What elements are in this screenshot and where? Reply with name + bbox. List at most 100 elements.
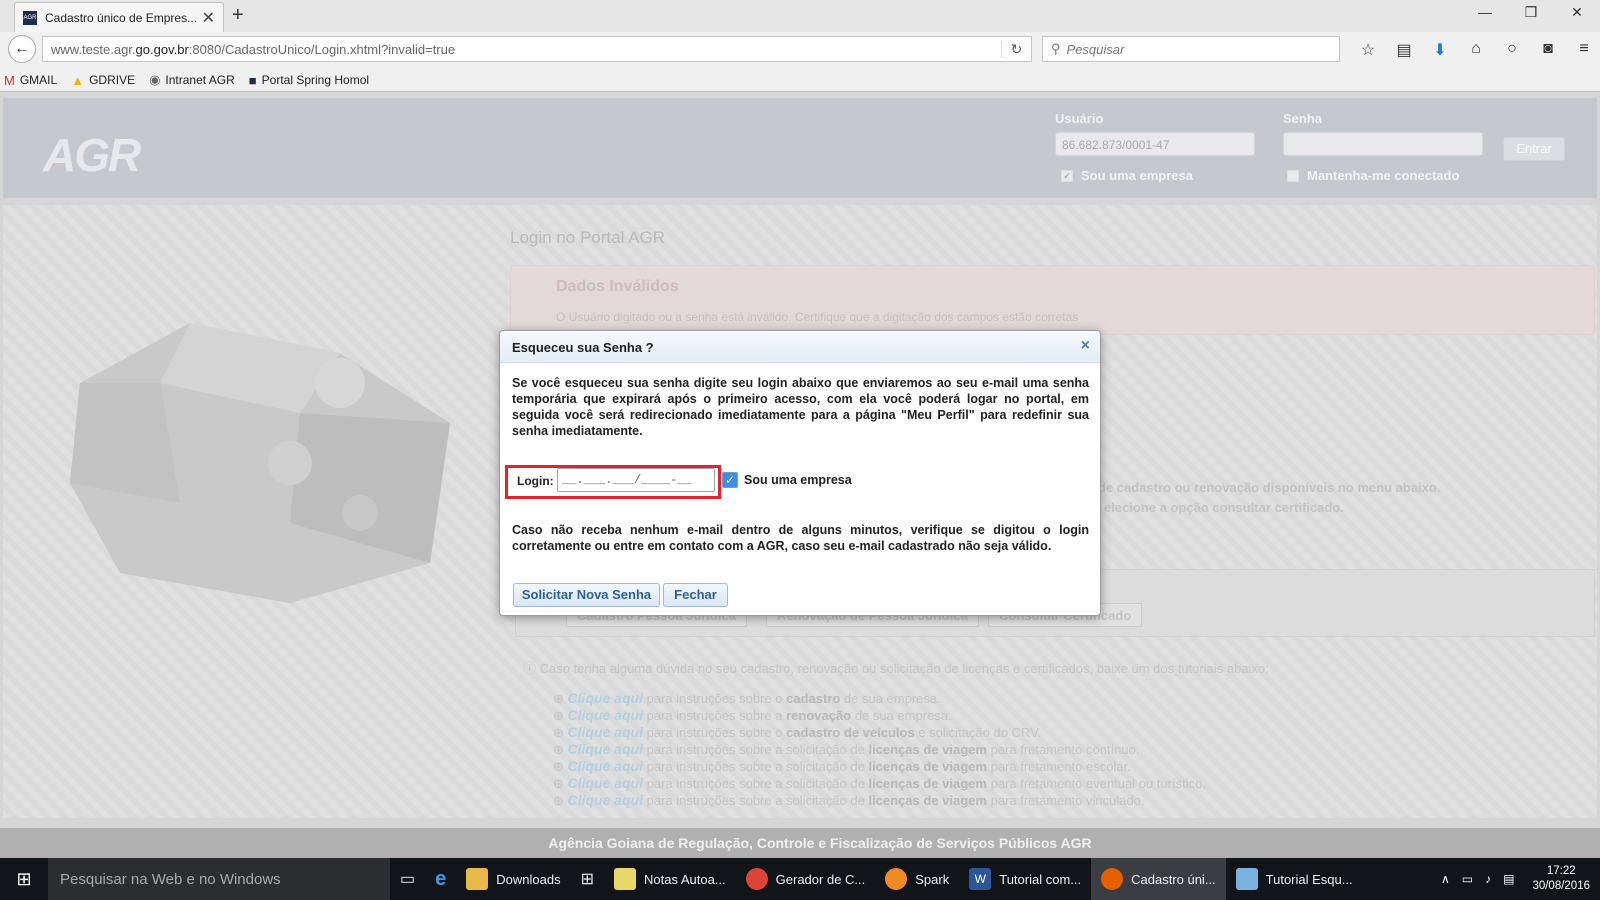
minimize-icon[interactable]: —: [1462, 4, 1508, 21]
tutorial-link[interactable]: Clique aqui: [568, 741, 643, 757]
bookmark-gdrive[interactable]: ▲ GDRIVE: [71, 73, 135, 88]
chat-icon[interactable]: ○: [1494, 40, 1530, 60]
store-icon[interactable]: ⊞: [571, 858, 604, 900]
reload-icon[interactable]: ↻: [1001, 40, 1031, 58]
network-icon[interactable]: ▭: [1462, 872, 1473, 886]
bookmark-gmail[interactable]: M GMAIL: [4, 73, 57, 88]
windows-taskbar: ⊞ Pesquisar na Web e no Windows ▭ e Down…: [0, 858, 1600, 900]
usuario-input[interactable]: 86.682.873/0001-47: [1055, 132, 1255, 156]
gmail-icon: M: [4, 72, 15, 88]
tab-title: Cadastro único de Empres...: [45, 10, 198, 25]
tutorial-link[interactable]: Clique aqui: [568, 707, 643, 723]
checkbox-icon: [1287, 169, 1299, 182]
dialog-note: Caso não receba nenhum e-mail dentro de …: [512, 523, 1089, 553]
checkbox-icon: ✓: [1061, 169, 1073, 182]
site-header: AGR Usuário 86.682.873/0001-47 Senha Ent…: [3, 98, 1597, 198]
notifications-icon[interactable]: ▤: [1503, 872, 1514, 886]
clock-date: 30/08/2016: [1532, 880, 1590, 892]
nav-bar: ← i www.teste.agr.go.gov.br:8080/Cadastr…: [0, 32, 1600, 616]
tutorial-item: ⊕ Clique aqui para instruções sobre a so…: [553, 792, 1145, 808]
page-title: Login no Portal AGR: [510, 228, 665, 247]
agr-favicon-icon: ■: [248, 72, 257, 88]
bg-text-2: elecione a opção consultar certificado.: [1104, 500, 1344, 515]
cube-illustration: [70, 323, 450, 603]
paint-icon: [1235, 868, 1258, 890]
taskbar-app-downloads[interactable]: Downloads: [456, 858, 570, 900]
reading-list-icon[interactable]: ▤: [1386, 40, 1422, 60]
sticky-notes-icon: [613, 868, 636, 890]
taskbar-app-paint[interactable]: Tutorial Esqu...: [1226, 858, 1363, 900]
dialog-empresa-label: Sou uma empresa: [744, 473, 852, 487]
tab-strip: AGR Cadastro único de Empres... ✕ + — ❐ …: [0, 0, 1600, 32]
close-tab-icon[interactable]: ✕: [202, 8, 215, 28]
fechar-button[interactable]: Fechar: [663, 583, 728, 607]
system-tray: ∧ ▭ ♪ ▤ 17:22 30/08/2016: [1435, 858, 1590, 900]
bg-text-1: de cadastro ou renovação disponíveis no …: [1098, 480, 1441, 495]
tutorial-link[interactable]: Clique aqui: [568, 690, 643, 706]
login-label: Login:: [517, 474, 554, 488]
error-box: Dados Inválidos O Usuário digitado ou a …: [510, 265, 1595, 335]
taskbar-app-firefox[interactable]: Cadastro úni...: [1091, 858, 1226, 900]
toolbar-icons: ☆ ▤ ⬇ ⌂ ○ ◙ ≡: [1350, 40, 1600, 60]
entrar-button[interactable]: Entrar: [1503, 137, 1565, 161]
tutorial-link[interactable]: Clique aqui: [568, 792, 643, 808]
bookmark-portal-spring[interactable]: ■ Portal Spring Homol: [249, 73, 369, 88]
tutorial-item: ⊕ Clique aqui para instruções sobre a so…: [553, 758, 1131, 774]
pocket-icon[interactable]: ◙: [1530, 40, 1566, 60]
url-prefix: www.teste.agr.: [51, 41, 136, 57]
taskbar-app-notas[interactable]: Notas Autoa...: [604, 858, 736, 900]
senha-label: Senha: [1283, 111, 1323, 126]
usuario-label: Usuário: [1055, 111, 1104, 126]
info-text: ⓘ Caso tenha alguma dúvida no seu cadast…: [523, 661, 1269, 676]
tutorial-item: ⊕ Clique aqui para instruções sobre a so…: [553, 775, 1206, 791]
bookmark-intranet[interactable]: ◉ Intranet AGR: [149, 72, 235, 88]
solicitar-nova-senha-button[interactable]: Solicitar Nova Senha: [513, 583, 660, 607]
page-content: AGR Usuário 86.682.873/0001-47 Senha Ent…: [0, 93, 1600, 858]
taskbar-app-spark[interactable]: Spark: [875, 858, 959, 900]
back-arrow-icon[interactable]: ←: [8, 35, 36, 63]
new-tab-icon[interactable]: +: [232, 4, 244, 27]
taskbar-app-word[interactable]: W Tutorial com...: [959, 858, 1091, 900]
tutorial-item: ⊕ Clique aqui para instruções sobre o ca…: [553, 724, 1042, 740]
url-bar[interactable]: i www.teste.agr.go.gov.br:8080/CadastroU…: [42, 36, 1032, 616]
word-icon: W: [969, 868, 992, 890]
taskbar-app-gerador[interactable]: Gerador de C...: [736, 858, 876, 900]
mantenha-checkbox[interactable]: Mantenha-me conectado: [1287, 168, 1459, 183]
search-icon: ⚲: [1051, 41, 1061, 56]
browser-chrome: AGR Cadastro único de Empres... ✕ + — ❐ …: [0, 0, 1600, 616]
error-message: O Usuário digitado ou a senha está invál…: [556, 310, 1079, 324]
dialog-header: Esqueceu sua Senha ? ×: [500, 331, 1100, 363]
senha-input[interactable]: [1283, 132, 1483, 156]
home-icon[interactable]: ⌂: [1458, 40, 1494, 60]
login-input[interactable]: __.___.___/____-__: [557, 468, 715, 492]
globe-icon: ◉: [149, 72, 161, 87]
task-view-icon[interactable]: ▭: [390, 858, 425, 900]
close-window-icon[interactable]: ✕: [1554, 4, 1600, 21]
windows-start-icon[interactable]: ⊞: [0, 858, 48, 900]
volume-icon[interactable]: ♪: [1485, 872, 1491, 886]
clock[interactable]: 17:22 30/08/2016: [1532, 864, 1590, 894]
menu-icon[interactable]: ≡: [1566, 40, 1600, 60]
tutorial-item: ⊕ Clique aqui para instruções sobre o ca…: [553, 690, 941, 706]
tutorial-link[interactable]: Clique aqui: [568, 724, 643, 740]
bookmark-star-icon[interactable]: ☆: [1350, 40, 1386, 60]
forgot-password-dialog: Esqueceu sua Senha ? × Se você esqueceu …: [499, 330, 1101, 616]
tray-chevron-icon[interactable]: ∧: [1441, 872, 1450, 886]
taskbar-search-input[interactable]: Pesquisar na Web e no Windows: [48, 858, 390, 900]
tutorial-link[interactable]: Clique aqui: [568, 758, 643, 774]
error-title: Dados Inválidos: [556, 278, 679, 295]
firefox-icon: [1101, 868, 1124, 890]
footer: Agência Goiana de Regulação, Controle e …: [0, 828, 1600, 858]
dialog-close-icon[interactable]: ×: [1081, 337, 1090, 355]
header-empresa-checkbox[interactable]: ✓ Sou uma empresa: [1061, 168, 1193, 183]
edge-icon[interactable]: e: [425, 858, 456, 900]
download-icon[interactable]: ⬇: [1422, 40, 1458, 60]
browser-tab[interactable]: AGR Cadastro único de Empres... ✕: [14, 2, 224, 32]
dialog-intro: Se você esqueceu sua senha digite seu lo…: [512, 376, 1089, 438]
tutorial-link[interactable]: Clique aqui: [568, 775, 643, 791]
tutorial-item: ⊕ Clique aqui para instruções sobre a so…: [553, 741, 1140, 757]
browser-search-input[interactable]: ⚲ Pesquisar: [1042, 36, 1340, 62]
maximize-icon[interactable]: ❐: [1508, 4, 1554, 21]
chrome-icon: [745, 868, 768, 890]
dialog-empresa-checkbox[interactable]: ✓: [722, 472, 738, 488]
